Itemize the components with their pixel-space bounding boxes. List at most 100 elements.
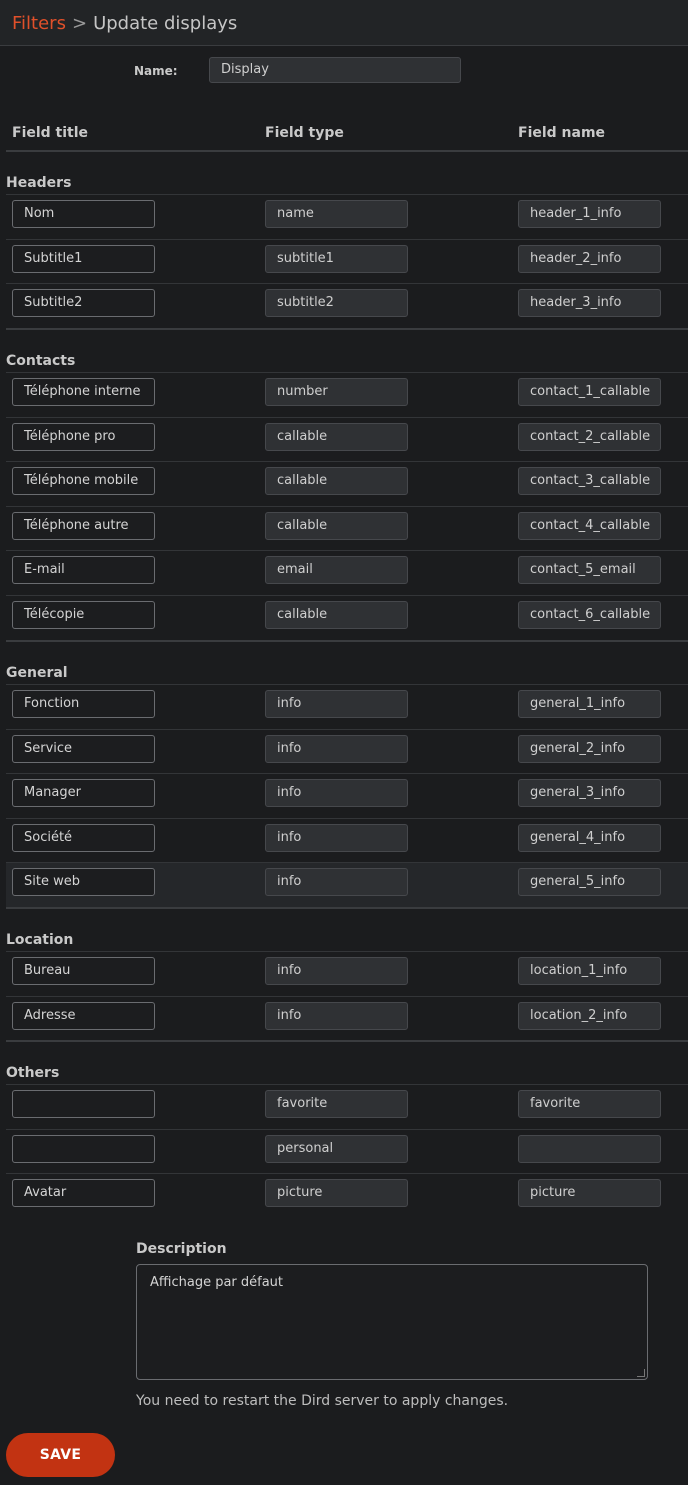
field-title-input[interactable]: Télécopie bbox=[12, 601, 155, 629]
field-type-input[interactable]: callable bbox=[265, 601, 408, 629]
description-label: Description bbox=[136, 1241, 227, 1257]
name-field[interactable]: Display bbox=[209, 57, 461, 83]
field-name-input[interactable]: favorite bbox=[518, 1090, 661, 1118]
field-name-input[interactable]: contact_1_callable bbox=[518, 378, 661, 406]
breadcrumb-separator: > bbox=[71, 13, 88, 34]
field-name-input[interactable]: general_1_info bbox=[518, 690, 661, 718]
field-name-input[interactable]: contact_6_callable bbox=[518, 601, 661, 629]
field-type-input[interactable]: info bbox=[265, 868, 408, 897]
description-text: Affichage par défaut bbox=[150, 1275, 284, 1290]
top-bar: Filters > Update displays bbox=[0, 0, 688, 46]
field-name-input[interactable]: general_5_info bbox=[518, 868, 661, 897]
field-name-input[interactable]: header_3_info bbox=[518, 289, 661, 318]
field-type-input[interactable]: info bbox=[265, 957, 408, 985]
field-title-input[interactable] bbox=[12, 1134, 155, 1163]
field-title-input[interactable]: Téléphone interne bbox=[12, 378, 155, 406]
field-name-input[interactable]: picture bbox=[518, 1179, 661, 1208]
field-type-input[interactable]: info bbox=[265, 734, 408, 763]
row-separator bbox=[6, 862, 688, 864]
field-name-input[interactable]: location_1_info bbox=[518, 957, 661, 985]
name-label: Name: bbox=[134, 64, 178, 78]
row-separator bbox=[6, 951, 688, 952]
row-separator bbox=[6, 505, 688, 507]
field-type-input[interactable]: subtitle2 bbox=[265, 289, 408, 318]
row-separator bbox=[6, 194, 688, 195]
field-type-input[interactable]: personal bbox=[265, 1134, 408, 1163]
row-separator bbox=[6, 283, 688, 285]
field-type-input[interactable]: email bbox=[265, 556, 408, 585]
page-title: Update displays bbox=[93, 13, 238, 34]
field-title-input[interactable]: Adresse bbox=[12, 1001, 155, 1030]
field-name-input[interactable]: general_3_info bbox=[518, 779, 661, 808]
row-separator bbox=[6, 1084, 688, 1085]
save-button[interactable]: SAVE bbox=[6, 1433, 115, 1477]
field-title-input[interactable]: Subtitle2 bbox=[12, 289, 155, 318]
field-name-input[interactable] bbox=[518, 1134, 661, 1163]
description-textarea[interactable]: Affichage par défaut bbox=[136, 1264, 648, 1380]
row-separator bbox=[6, 238, 688, 240]
column-header-field-name: Field name bbox=[518, 125, 606, 141]
restart-notice: You need to restart the Dird server to a… bbox=[136, 1393, 509, 1409]
breadcrumb: Filters > Update displays bbox=[12, 13, 237, 35]
field-title-input[interactable]: Téléphone mobile bbox=[12, 467, 155, 496]
field-title-input[interactable]: Téléphone autre bbox=[12, 511, 155, 540]
field-name-input[interactable]: location_2_info bbox=[518, 1001, 661, 1030]
field-type-input[interactable]: favorite bbox=[265, 1090, 408, 1118]
field-type-input[interactable]: info bbox=[265, 690, 408, 718]
field-title-input[interactable]: Service bbox=[12, 734, 155, 763]
row-separator bbox=[6, 773, 688, 775]
row-separator bbox=[6, 728, 688, 730]
field-title-input[interactable]: E-mail bbox=[12, 556, 155, 585]
field-title-input[interactable]: Manager bbox=[12, 779, 155, 808]
section-title: Headers bbox=[6, 175, 72, 191]
section-divider bbox=[6, 1040, 688, 1043]
section-title: Location bbox=[6, 932, 74, 948]
section-title: Contacts bbox=[6, 353, 76, 369]
row-separator bbox=[6, 595, 688, 596]
row-separator bbox=[6, 416, 688, 418]
field-name-input[interactable]: general_2_info bbox=[518, 734, 661, 763]
field-name-input[interactable]: contact_2_callable bbox=[518, 422, 661, 451]
field-type-input[interactable]: info bbox=[265, 823, 408, 852]
field-name-input[interactable]: general_4_info bbox=[518, 823, 661, 852]
resize-grip-icon[interactable] bbox=[637, 1369, 645, 1377]
row-separator bbox=[6, 1173, 688, 1175]
field-title-input[interactable]: Téléphone pro bbox=[12, 422, 155, 451]
field-name-input[interactable]: header_2_info bbox=[518, 244, 661, 273]
field-type-input[interactable]: number bbox=[265, 378, 408, 406]
field-name-input[interactable]: contact_4_callable bbox=[518, 511, 661, 540]
row-separator bbox=[6, 372, 688, 373]
field-title-input[interactable]: Avatar bbox=[12, 1179, 155, 1208]
section-divider bbox=[6, 907, 688, 909]
field-title-input[interactable]: Société bbox=[12, 823, 155, 852]
section-divider bbox=[6, 639, 688, 642]
field-title-input[interactable]: Site web bbox=[12, 868, 155, 897]
field-type-input[interactable]: name bbox=[265, 200, 408, 228]
column-header-field-title: Field title bbox=[12, 125, 89, 141]
row-separator bbox=[6, 817, 688, 819]
field-title-input[interactable]: Bureau bbox=[12, 957, 155, 985]
field-type-input[interactable]: subtitle1 bbox=[265, 244, 408, 273]
field-name-input[interactable]: contact_3_callable bbox=[518, 467, 661, 496]
section-divider bbox=[6, 327, 688, 330]
field-type-input[interactable]: picture bbox=[265, 1179, 408, 1208]
field-title-input[interactable] bbox=[12, 1090, 155, 1118]
field-type-input[interactable]: info bbox=[265, 779, 408, 808]
row-separator bbox=[6, 684, 688, 685]
field-name-input[interactable]: header_1_info bbox=[518, 200, 661, 228]
field-type-input[interactable]: callable bbox=[265, 467, 408, 496]
field-title-input[interactable]: Nom bbox=[12, 200, 155, 228]
breadcrumb-filters-link[interactable]: Filters bbox=[12, 13, 66, 34]
column-header-field-type: Field type bbox=[265, 125, 344, 141]
row-separator bbox=[6, 995, 688, 997]
field-name-input[interactable]: contact_5_email bbox=[518, 556, 661, 585]
field-type-input[interactable]: callable bbox=[265, 422, 408, 451]
header-divider bbox=[6, 150, 688, 152]
field-type-input[interactable]: callable bbox=[265, 511, 408, 540]
field-title-input[interactable]: Fonction bbox=[12, 690, 155, 718]
field-type-input[interactable]: info bbox=[265, 1001, 408, 1030]
row-separator bbox=[6, 550, 688, 552]
row-separator bbox=[6, 1128, 688, 1130]
section-title: General bbox=[6, 665, 68, 681]
field-title-input[interactable]: Subtitle1 bbox=[12, 244, 155, 273]
